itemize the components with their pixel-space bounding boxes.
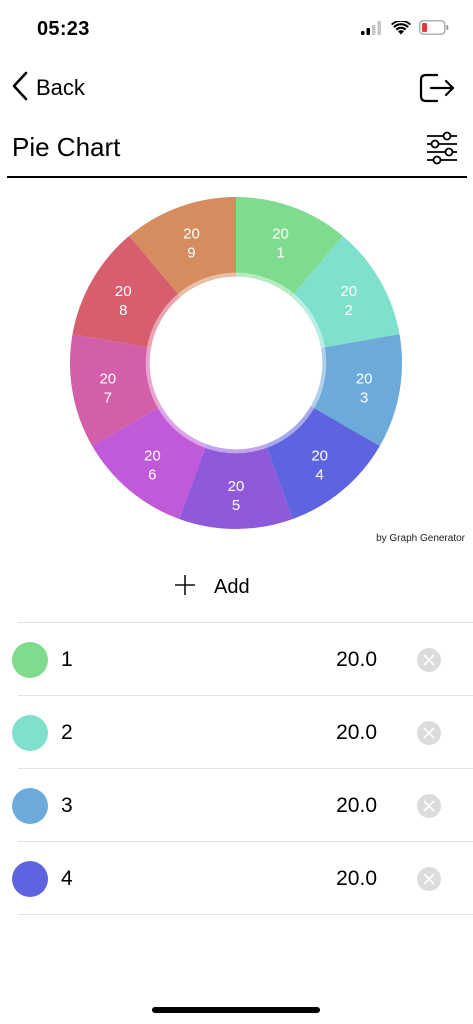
- color-swatch[interactable]: [12, 715, 48, 751]
- list-row[interactable]: 1 20.0: [0, 624, 473, 696]
- list-divider: [18, 841, 473, 842]
- add-label: Add: [214, 575, 250, 598]
- export-icon: [417, 73, 457, 110]
- add-button[interactable]: Add: [174, 570, 250, 604]
- cellular-signal-icon: [361, 20, 383, 40]
- list-divider: [18, 695, 473, 696]
- page-title: Pie Chart: [12, 132, 121, 162]
- chart-settings-button[interactable]: [425, 130, 459, 166]
- close-icon: [423, 800, 435, 812]
- home-indicator: [152, 1007, 320, 1013]
- plus-icon: [174, 573, 196, 601]
- chevron-left-icon: [10, 70, 30, 107]
- close-icon: [423, 654, 435, 666]
- list-divider: [18, 914, 473, 915]
- list-row[interactable]: 3 20.0: [0, 770, 473, 842]
- donut-chart[interactable]: 20 1 20 2 20 3 20 4 20 5 20 6 20 7 20 8 20 9: [60, 190, 412, 540]
- sliders-icon: [425, 131, 459, 170]
- row-label[interactable]: 1: [61, 648, 73, 672]
- status-time: 05:23: [37, 18, 90, 40]
- row-label[interactable]: 4: [61, 867, 73, 891]
- color-swatch[interactable]: [12, 642, 48, 678]
- list-row[interactable]: 4 20.0: [0, 843, 473, 915]
- list-divider: [18, 768, 473, 769]
- delete-button[interactable]: [417, 721, 441, 745]
- status-icons: [361, 19, 449, 40]
- delete-button[interactable]: [417, 867, 441, 891]
- color-swatch[interactable]: [12, 861, 48, 897]
- export-button[interactable]: [417, 70, 457, 106]
- row-label[interactable]: 3: [61, 794, 73, 818]
- chart-credit: by Graph Generator: [376, 533, 465, 544]
- delete-button[interactable]: [417, 794, 441, 818]
- battery-icon: [419, 20, 449, 40]
- list-row[interactable]: 2 20.0: [0, 697, 473, 769]
- donut-hole: [153, 280, 319, 446]
- row-value[interactable]: 20.0: [336, 648, 377, 672]
- close-icon: [423, 873, 435, 885]
- status-bar: 05:23: [0, 0, 473, 56]
- row-label[interactable]: 2: [61, 721, 73, 745]
- row-value[interactable]: 20.0: [336, 721, 377, 745]
- title-divider: [7, 176, 467, 178]
- wifi-icon: [391, 19, 411, 40]
- row-value[interactable]: 20.0: [336, 794, 377, 818]
- delete-button[interactable]: [417, 648, 441, 672]
- back-button[interactable]: Back: [10, 70, 85, 106]
- list-divider: [18, 622, 473, 623]
- donut-chart-svg: 20 120 220 320 420 520 620 720 820 9: [70, 197, 402, 529]
- row-value[interactable]: 20.0: [336, 867, 377, 891]
- back-label: Back: [36, 75, 85, 100]
- color-swatch[interactable]: [12, 788, 48, 824]
- close-icon: [423, 727, 435, 739]
